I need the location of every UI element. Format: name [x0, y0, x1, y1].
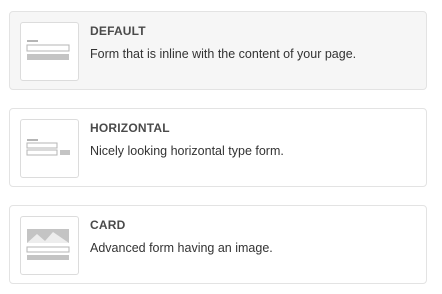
form-type-title: DEFAULT: [90, 24, 146, 38]
form-type-list: DEFAULT Form that is inline with the con…: [0, 0, 442, 294]
form-type-title: CARD: [90, 218, 126, 232]
form-type-description: Form that is inline with the content of …: [90, 47, 357, 61]
default-form-layout-icon: [20, 22, 79, 81]
horizontal-form-layout-icon: [20, 119, 79, 178]
form-type-option-default[interactable]: DEFAULT Form that is inline with the con…: [9, 11, 427, 90]
form-type-title: HORIZONTAL: [90, 121, 170, 135]
card-form-layout-icon: [20, 216, 79, 275]
form-type-option-horizontal[interactable]: HORIZONTAL Nicely looking horizontal typ…: [9, 108, 427, 187]
form-type-description: Nicely looking horizontal type form.: [90, 144, 284, 158]
form-type-description: Advanced form having an image.: [90, 241, 273, 255]
form-type-option-card[interactable]: CARD Advanced form having an image.: [9, 205, 427, 284]
